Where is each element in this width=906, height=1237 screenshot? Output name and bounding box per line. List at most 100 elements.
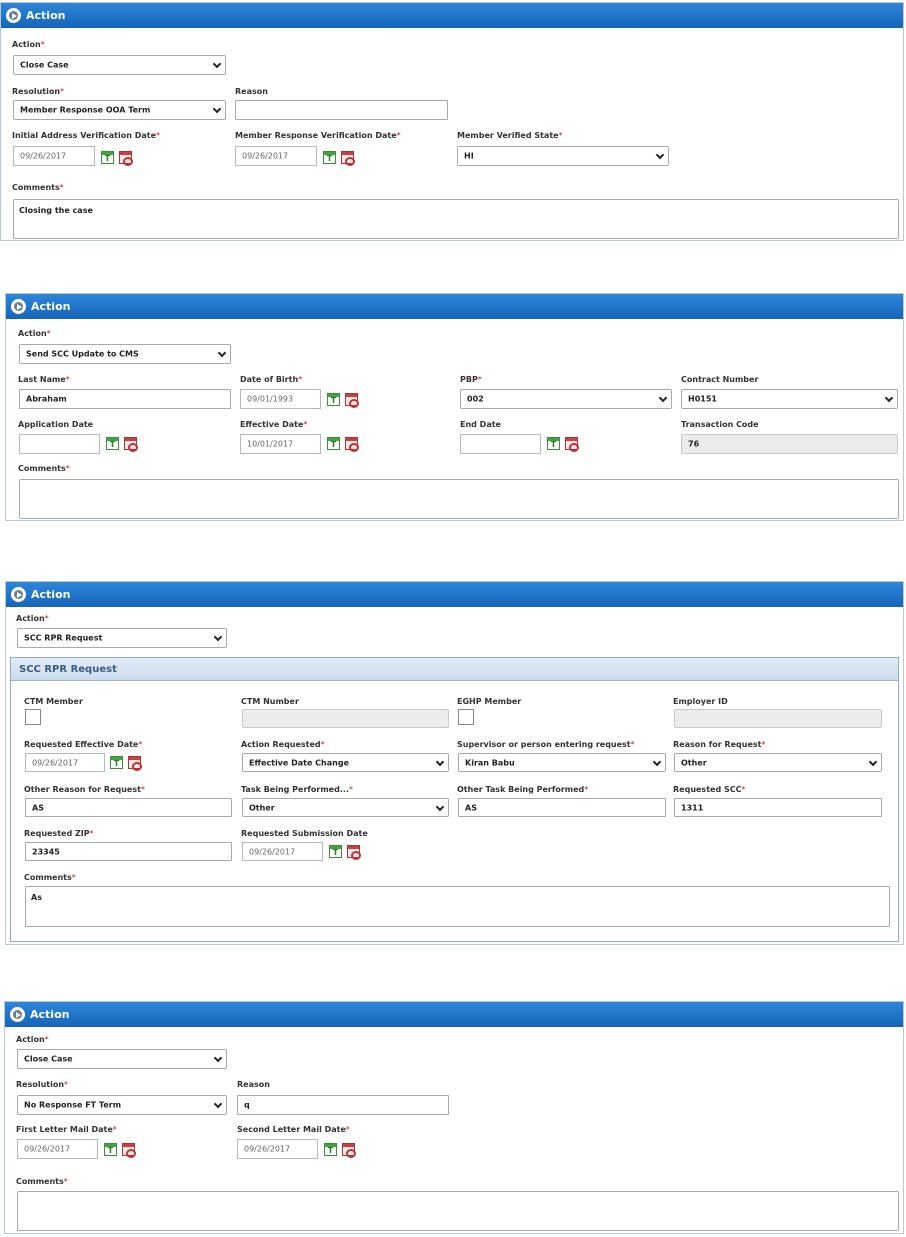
comments-textarea[interactable]: As (25, 886, 890, 927)
requested-zip-input[interactable]: 23345 (25, 842, 232, 861)
clear-date-icon[interactable] (119, 151, 133, 166)
action-select[interactable]: Close Case (17, 1049, 227, 1069)
calendar-today-icon[interactable]: T (110, 756, 123, 769)
calendar-today-icon[interactable]: T (106, 437, 119, 450)
calendar-glyph: T (327, 1146, 334, 1155)
date-value: 09/26/2017 (32, 758, 79, 767)
requested-effective-date-input[interactable]: 09/26/2017 (25, 753, 105, 772)
comments-textarea[interactable] (19, 479, 899, 519)
resolution-select[interactable]: Member Response OOA Term (13, 100, 226, 120)
end-date-input[interactable] (460, 434, 541, 454)
other-task-input[interactable]: AS (458, 798, 666, 817)
eghp-member-checkbox[interactable] (458, 709, 474, 725)
task-being-performed-select[interactable]: Other (242, 798, 449, 817)
ctm-member-label: CTM Member (24, 697, 83, 706)
end-date-label: End Date (460, 420, 501, 429)
action-select-value: SCC RPR Request (24, 633, 103, 643)
member-response-date-input[interactable]: 09/26/2017 (235, 146, 317, 166)
reason-input-value: q (244, 1100, 250, 1110)
action-select[interactable]: Send SCC Update to CMS (19, 344, 231, 364)
comments-textarea[interactable] (17, 1191, 899, 1231)
effective-date-input[interactable]: 10/01/2017 (240, 434, 321, 454)
comments-value: Closing the case (19, 206, 93, 215)
chevron-down-icon (652, 757, 662, 766)
action-select[interactable]: Close Case (13, 55, 226, 75)
reason-input[interactable] (235, 100, 448, 120)
transaction-code-label: Transaction Code (681, 420, 759, 429)
calendar-glyph: T (326, 154, 333, 163)
date-value: 10/01/2017 (247, 439, 294, 449)
clear-date-icon[interactable] (347, 845, 361, 860)
clear-date-icon[interactable] (565, 437, 579, 452)
chevron-down-icon (884, 393, 894, 403)
member-verified-state-select[interactable]: HI (457, 146, 669, 166)
chevron-down-icon (213, 1053, 223, 1063)
reason-label: Reason (235, 87, 268, 96)
other-reason-label: Other Reason for Request* (24, 785, 145, 794)
member-verified-state-label: Member Verified State* (457, 131, 563, 140)
action-panel-4: Action Action* Close Case Resolution* No… (4, 1001, 904, 1234)
panel-title: Action (26, 9, 66, 22)
clear-date-icon[interactable] (122, 1143, 136, 1158)
supervisor-select[interactable]: Kiran Babu (458, 753, 666, 772)
date-value: 09/26/2017 (244, 1144, 291, 1154)
ctm-number-label: CTM Number (241, 697, 299, 706)
resolution-select[interactable]: No Response FT Term (17, 1095, 227, 1115)
clear-date-icon[interactable] (345, 393, 359, 408)
last-name-label: Last Name* (18, 375, 70, 384)
other-reason-input[interactable]: AS (25, 798, 232, 817)
contract-number-select[interactable]: H0151 (681, 389, 898, 409)
calendar-today-icon[interactable]: T (323, 151, 336, 164)
requested-scc-input[interactable]: 1311 (674, 798, 882, 817)
action-requested-select[interactable]: Effective Date Change (242, 753, 449, 772)
application-date-label: Application Date (18, 420, 94, 429)
initial-address-date-input[interactable]: 09/26/2017 (13, 146, 95, 166)
reason-for-request-label: Reason for Request* (673, 740, 766, 749)
comments-label: Comments* (16, 1177, 68, 1186)
second-letter-date-input[interactable]: 09/26/2017 (237, 1139, 318, 1159)
action-requested-label: Action Requested* (241, 740, 325, 749)
clear-date-icon[interactable] (345, 437, 359, 452)
clear-date-icon[interactable] (342, 1143, 356, 1158)
reason-input[interactable]: q (237, 1095, 449, 1115)
first-letter-date-input[interactable]: 09/26/2017 (17, 1139, 98, 1159)
supervisor-value: Kiran Babu (465, 758, 515, 767)
eghp-member-label: EGHP Member (457, 697, 522, 706)
chevron-down-icon (213, 632, 223, 642)
calendar-today-icon[interactable]: T (104, 1143, 117, 1156)
chevron-down-icon (217, 348, 227, 358)
action-label: Action* (16, 1035, 49, 1044)
action-select[interactable]: SCC RPR Request (17, 628, 227, 648)
employer-id-label: Employer ID (673, 697, 728, 706)
pbp-select[interactable]: 002 (460, 389, 672, 409)
section-title: SCC RPR Request (19, 664, 117, 675)
calendar-glyph: T (330, 396, 337, 405)
last-name-input[interactable]: Abraham (19, 389, 231, 409)
calendar-today-icon[interactable]: T (327, 437, 340, 450)
chevron-down-icon (435, 802, 445, 811)
reason-for-request-select[interactable]: Other (674, 753, 882, 772)
requested-submission-date-input[interactable]: 09/26/2017 (242, 842, 323, 861)
clear-date-icon[interactable] (341, 151, 355, 166)
calendar-today-icon[interactable]: T (547, 437, 560, 450)
calendar-today-icon[interactable]: T (324, 1143, 337, 1156)
date-value: 09/26/2017 (249, 847, 296, 856)
calendar-today-icon[interactable]: T (329, 845, 342, 858)
resolution-label: Resolution* (16, 1080, 69, 1089)
date-of-birth-input[interactable]: 09/01/1993 (240, 389, 321, 409)
calendar-today-icon[interactable]: T (101, 151, 114, 164)
ctm-member-checkbox[interactable] (25, 709, 41, 725)
calendar-today-icon[interactable]: T (327, 393, 340, 406)
reason-label: Reason (237, 1080, 270, 1089)
date-value: 09/26/2017 (20, 151, 67, 161)
comments-textarea[interactable]: Closing the case (13, 199, 899, 239)
clear-date-icon[interactable] (128, 756, 142, 771)
panel-header: Action (5, 1002, 903, 1027)
clear-date-icon[interactable] (124, 437, 138, 452)
action-requested-value: Effective Date Change (249, 758, 349, 767)
comments-label: Comments* (18, 464, 70, 473)
initial-address-date-label: Initial Address Verification Date* (12, 131, 160, 140)
application-date-input[interactable] (19, 434, 100, 454)
task-value: Other (249, 803, 275, 812)
action-select-value: Close Case (20, 60, 69, 70)
